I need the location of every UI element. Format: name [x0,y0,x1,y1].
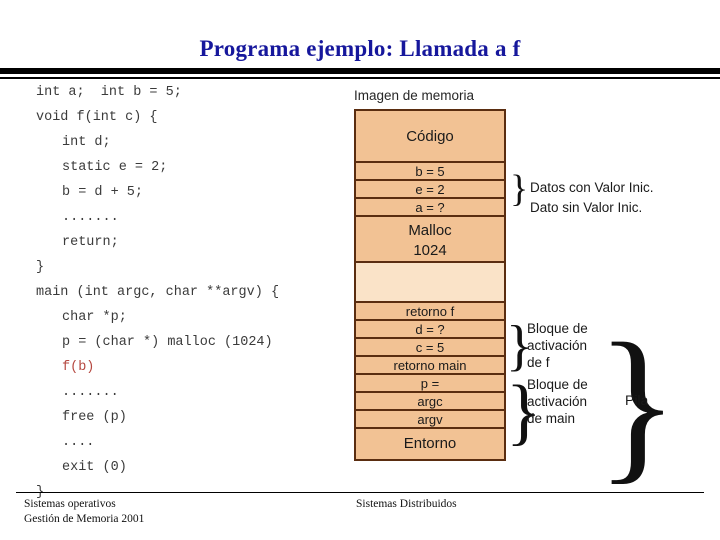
footer-left-line2: Gestión de Memoria 2001 [24,513,145,525]
code-line: .... [62,435,95,450]
code-listing: int a; int b = 5; void f(int c) { int d;… [36,80,356,505]
label-dato-sin-valor: Dato sin Valor Inic. [530,200,643,215]
memory-row-free-space [356,263,504,301]
code-line: exit (0) [62,460,127,475]
memory-row-b: b = 5 [356,163,504,181]
footer-left-line1: Sistemas operativos [24,498,116,510]
code-line: b = d + 5; [62,185,144,200]
memory-row-argc: argc [356,393,504,411]
memory-row-retorno-main: retorno main [356,357,504,375]
label-bloque-activacion-f: Bloque de activación de f [527,321,588,370]
label-pila: Pila [625,392,649,408]
memory-row-codigo: Código [356,111,504,163]
memory-block-stack: retorno f d = ? c = 5 retorno main p = a… [354,301,506,461]
memory-row-entorno: Entorno [356,429,504,459]
code-line: } [36,260,45,275]
code-line: char *p; [62,310,127,325]
memory-row-malloc-size: 1024 [413,242,447,259]
memory-row-malloc: Malloc 1024 [356,217,504,261]
footer-rule [16,492,704,493]
code-line: void f(int c) { [36,110,158,125]
memory-row-retorno-f: retorno f [356,303,504,321]
memory-block-static: Código b = 5 e = 2 a = ? Malloc 1024 [354,109,506,263]
header-rule-thick [0,68,720,74]
footer-right: Sistemas Distribuidos [356,498,457,510]
code-line: p = (char *) malloc (1024) [62,335,273,350]
memory-row-d: d = ? [356,321,504,339]
code-line: return; [62,235,119,250]
memory-row-a: a = ? [356,199,504,217]
code-line: free (p) [62,410,127,425]
label-datos-con-valor: Datos con Valor Inic. [530,180,654,195]
memory-row-malloc-label: Malloc [408,222,452,239]
code-line: main (int argc, char **argv) { [36,285,280,300]
code-line: int a; int b = 5; [36,85,182,100]
memory-row-e: e = 2 [356,181,504,199]
header-rule-thin [0,77,720,79]
code-line: ....... [62,210,119,225]
brace-datos-con-valor-icon: } [510,168,529,210]
memory-row-c: c = 5 [356,339,504,357]
memory-row-argv: argv [356,411,504,429]
code-line: ....... [62,385,119,400]
footer-left: Sistemas operativos Gestión de Memoria 2… [24,497,144,527]
code-line-highlighted: f(b) [62,360,95,375]
memory-row-p: p = [356,375,504,393]
memory-block-free [354,263,506,301]
page-title: Programa ejemplo: Llamada a f [199,36,521,61]
memory-diagram: Imagen de memoria Código b = 5 e = 2 a =… [354,88,506,461]
code-line: int d; [62,135,111,150]
memory-diagram-caption: Imagen de memoria [354,88,475,103]
label-bloque-activacion-main: Bloque de activación de main [527,377,588,426]
code-line: static e = 2; [62,160,168,175]
